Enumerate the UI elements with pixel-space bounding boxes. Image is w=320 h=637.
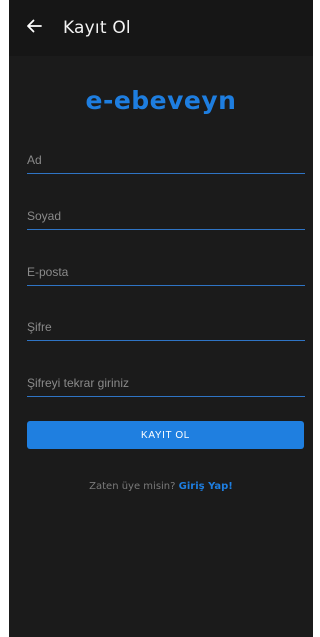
screen: Kayıt Ol e-ebeveyn KAYIT OL Zaten üye mi… (9, 0, 313, 637)
first-name-field-container (27, 147, 305, 174)
email-field-container (27, 259, 305, 286)
page-title: Kayıt Ol (63, 18, 131, 38)
password-field-container (27, 314, 305, 341)
password-confirm-field-container (27, 370, 305, 397)
password-confirm-field[interactable] (27, 370, 305, 396)
last-name-field[interactable] (27, 203, 305, 229)
app-bar: Kayıt Ol (9, 0, 313, 56)
password-field[interactable] (27, 314, 305, 340)
app-logo: e-ebeveyn (85, 86, 237, 115)
last-name-field-container (27, 203, 305, 230)
email-field[interactable] (27, 259, 305, 285)
login-prompt-text: Zaten üye misin? (89, 481, 176, 492)
login-link[interactable]: Giriş Yap! (179, 481, 233, 492)
register-button[interactable]: KAYIT OL (27, 421, 304, 449)
back-button[interactable] (19, 13, 49, 43)
first-name-field[interactable] (27, 147, 305, 173)
login-prompt: Zaten üye misin? Giriş Yap! (9, 481, 313, 492)
arrow-left-icon (26, 18, 42, 39)
